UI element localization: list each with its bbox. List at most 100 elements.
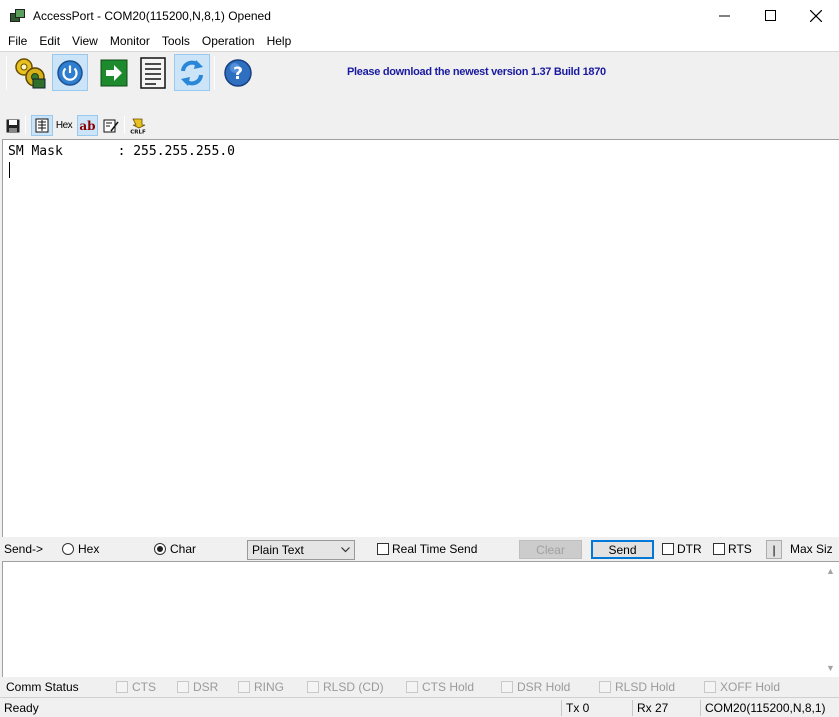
crlf-icon: CRLF	[130, 118, 146, 134]
menu-file[interactable]: File	[2, 31, 33, 51]
status-tx: Tx 0	[561, 700, 629, 716]
indicator-label: XOFF Hold	[720, 680, 781, 694]
edit-button[interactable]	[101, 115, 121, 136]
menu-tools[interactable]: Tools	[156, 31, 196, 51]
pipe-button[interactable]: |	[766, 540, 782, 559]
refresh-icon	[181, 59, 203, 86]
char-radio[interactable]: Char	[154, 538, 196, 560]
indicator-label: CTS Hold	[422, 680, 475, 694]
char-radio-circle[interactable]	[154, 543, 166, 555]
window-controls	[701, 0, 839, 31]
text-caret	[9, 162, 10, 178]
hex-display-button[interactable]: Hex	[54, 115, 74, 136]
title-bar: AccessPort - COM20(115200,N,8,1) Opened	[0, 0, 839, 31]
comm-status-label: Comm Status	[6, 680, 79, 694]
menu-operation[interactable]: Operation	[196, 31, 261, 51]
open-port-button[interactable]	[52, 54, 88, 91]
vertical-scrollbar[interactable]: ▲ ▼	[822, 562, 839, 676]
notepad-icon	[140, 56, 166, 89]
send-bar: Send-> Hex Char Plain Text Real Time Sen…	[0, 538, 839, 560]
format-select-value: Plain Text	[252, 543, 304, 557]
scroll-up-icon[interactable]: ▲	[822, 562, 839, 579]
hex-grid-icon	[35, 118, 49, 133]
hex-radio-circle[interactable]	[62, 543, 74, 555]
window-title: AccessPort - COM20(115200,N,8,1) Opened	[33, 8, 271, 23]
save-icon	[6, 119, 20, 132]
help-icon: ?	[224, 58, 252, 87]
update-notice[interactable]: Please download the newest version 1.37 …	[347, 66, 606, 78]
settings-button[interactable]	[12, 54, 48, 91]
indicator-box	[406, 681, 418, 693]
status-ready: Ready	[4, 701, 39, 715]
receive-line: SM Mask : 255.255.255.0	[8, 144, 235, 159]
notepad-button[interactable]	[135, 54, 171, 91]
dsr-hold-indicator: DSR Hold	[501, 678, 570, 696]
receive-toolbar: Hex ab CRLF	[0, 113, 839, 138]
close-icon	[810, 9, 822, 22]
minimize-icon	[718, 15, 730, 17]
dsr-indicator: DSR	[177, 678, 218, 696]
crlf-button[interactable]: CRLF	[129, 115, 147, 136]
hex-radio-label: Hex	[78, 542, 100, 556]
indicator-box	[238, 681, 250, 693]
status-port: COM20(115200,N,8,1)	[700, 700, 839, 716]
settings-icon	[15, 57, 46, 88]
indicator-label: DSR	[193, 680, 219, 694]
realtime-send-checkbox[interactable]: Real Time Send	[377, 538, 477, 560]
indicator-box	[704, 681, 716, 693]
indicator-label: RLSD (CD)	[323, 680, 384, 694]
send-label: Send->	[4, 542, 44, 556]
indicator-box	[307, 681, 319, 693]
close-button[interactable]	[793, 0, 839, 31]
main-toolbar: ? Please download the newest version 1.3…	[0, 51, 839, 93]
power-icon	[57, 59, 83, 86]
menu-help[interactable]: Help	[261, 31, 298, 51]
scroll-down-icon[interactable]: ▼	[822, 659, 839, 676]
go-button[interactable]	[96, 54, 132, 91]
cts-indicator: CTS	[116, 678, 156, 696]
text-display-button[interactable]: ab	[77, 115, 98, 136]
indicator-box	[599, 681, 611, 693]
hex-view-toggle[interactable]	[31, 115, 53, 136]
send-text-area[interactable]: ▲ ▼	[2, 561, 839, 677]
receive-area[interactable]: SM Mask : 255.255.255.0	[2, 139, 839, 537]
indicator-label: CTS	[132, 680, 156, 694]
refresh-button[interactable]	[174, 54, 210, 91]
save-button[interactable]	[4, 115, 22, 136]
menu-bar: File Edit View Monitor Tools Operation H…	[0, 31, 839, 51]
svg-text:?: ?	[233, 64, 243, 84]
rts-box[interactable]	[713, 543, 725, 555]
rts-checkbox[interactable]: RTS	[713, 538, 752, 560]
maximize-icon	[764, 10, 776, 21]
maximize-button[interactable]	[747, 0, 793, 31]
indicator-box	[501, 681, 513, 693]
dtr-checkbox[interactable]: DTR	[662, 538, 702, 560]
send-button[interactable]: Send	[591, 540, 654, 559]
minimize-button[interactable]	[701, 0, 747, 31]
hex-radio[interactable]: Hex	[62, 538, 99, 560]
status-bar: Ready Tx 0 Rx 27 COM20(115200,N,8,1)	[0, 697, 839, 717]
toolbar-separator	[124, 116, 125, 134]
menu-view[interactable]: View	[66, 31, 104, 51]
clear-button[interactable]: Clear	[519, 540, 582, 559]
realtime-send-label: Real Time Send	[392, 542, 478, 556]
chevron-down-icon	[336, 541, 354, 559]
dtr-label: DTR	[677, 542, 702, 556]
ring-indicator: RING	[238, 678, 284, 696]
dtr-box[interactable]	[662, 543, 674, 555]
toolbar-separator	[214, 56, 215, 90]
edit-note-icon	[103, 119, 119, 132]
help-button[interactable]: ?	[220, 54, 256, 91]
app-icon	[10, 8, 26, 23]
indicator-box	[116, 681, 128, 693]
status-rx: Rx 27	[632, 700, 698, 716]
xoff-hold-indicator: XOFF Hold	[704, 678, 780, 696]
rts-label: RTS	[728, 542, 752, 556]
format-select[interactable]: Plain Text	[247, 540, 355, 560]
indicator-label: RING	[254, 680, 284, 694]
menu-edit[interactable]: Edit	[33, 31, 66, 51]
comm-status-bar: Comm Status CTS DSR RING RLSD (CD) CTS H…	[0, 678, 839, 696]
toolbar-separator	[25, 116, 26, 134]
menu-monitor[interactable]: Monitor	[104, 31, 156, 51]
realtime-send-box[interactable]	[377, 543, 389, 555]
